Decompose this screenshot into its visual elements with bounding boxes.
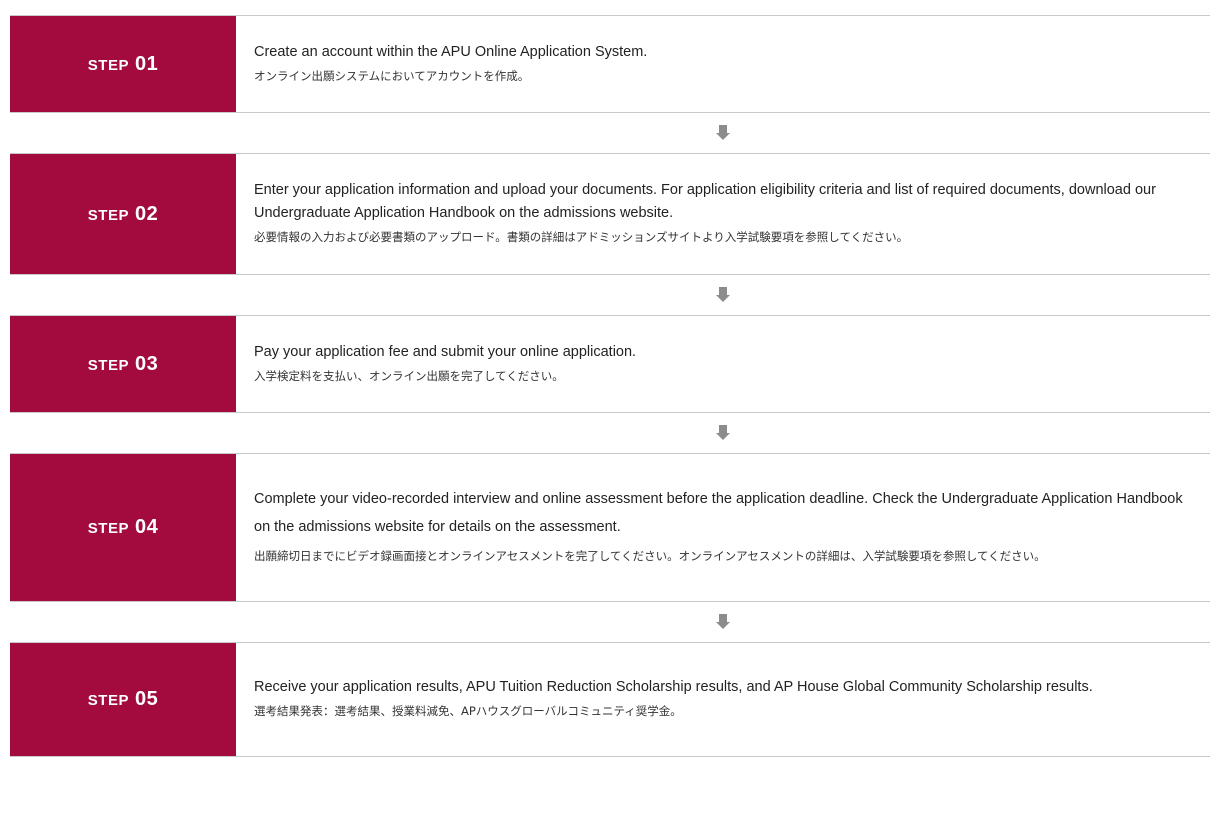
step-02-english-text: Enter your application information and u… bbox=[254, 182, 1156, 221]
step-05: STEP 05 Receive your application results… bbox=[10, 642, 1210, 757]
step-02-japanese-text: 必要情報の入力および必要書類のアップロード。書類の詳細はアドミッションズサイトよ… bbox=[254, 230, 909, 244]
flow-arrow-1 bbox=[10, 113, 1210, 153]
step-01-label: STEP 01 bbox=[10, 16, 236, 112]
flow-arrow-3 bbox=[10, 413, 1210, 453]
down-arrow-icon bbox=[716, 614, 730, 630]
step-word: STEP bbox=[87, 692, 129, 709]
step-word: STEP bbox=[87, 206, 129, 224]
down-arrow-icon bbox=[716, 125, 730, 141]
step-04: STEP 04 Complete your video-recorded int… bbox=[10, 453, 1210, 602]
step-04-japanese-text: 出願締切日までにビデオ録画面接とオンラインアセスメントを完了してください。オンラ… bbox=[254, 549, 1046, 563]
step-04-body: Complete your video-recorded interview a… bbox=[236, 454, 1210, 601]
step-05-body: Receive your application results, APU Tu… bbox=[236, 643, 1210, 756]
step-03-label: STEP 03 bbox=[10, 316, 236, 412]
step-05-japanese-text: 選考結果発表：選考結果、授業料減免、APハウスグローバルコミュニティ奨学金。 bbox=[254, 704, 682, 718]
step-04-label: STEP 04 bbox=[10, 454, 236, 601]
step-number: 01 bbox=[134, 52, 159, 75]
down-arrow-icon bbox=[716, 425, 730, 441]
step-01: STEP 01 Create an account within the APU… bbox=[10, 15, 1210, 113]
step-02-body: Enter your application information and u… bbox=[236, 154, 1210, 274]
step-word: STEP bbox=[87, 56, 129, 74]
flow-arrow-4 bbox=[10, 602, 1210, 642]
step-03-body: Pay your application fee and submit your… bbox=[236, 316, 1210, 412]
step-03-japanese-text: 入学検定料を支払い、オンライン出願を完了してください。 bbox=[254, 368, 564, 383]
step-05-label: STEP 05 bbox=[10, 643, 236, 756]
step-number: 04 bbox=[134, 516, 159, 538]
application-steps-flow: STEP 01 Create an account within the APU… bbox=[10, 15, 1210, 757]
step-number: 05 bbox=[134, 688, 159, 710]
step-02: STEP 02 Enter your application informati… bbox=[10, 153, 1210, 275]
step-01-japanese-text: オンライン出願システムにおいてアカウントを作成。 bbox=[254, 68, 530, 83]
step-word: STEP bbox=[87, 520, 129, 537]
step-02-label: STEP 02 bbox=[10, 154, 236, 274]
step-01-english-text: Create an account within the APU Online … bbox=[254, 43, 648, 60]
step-number: 02 bbox=[134, 202, 159, 225]
flow-arrow-2 bbox=[10, 275, 1210, 315]
step-05-english-text: Receive your application results, APU Tu… bbox=[254, 679, 1093, 695]
step-number: 03 bbox=[134, 352, 159, 375]
step-03-english-text: Pay your application fee and submit your… bbox=[254, 343, 637, 360]
step-03: STEP 03 Pay your application fee and sub… bbox=[10, 315, 1210, 413]
step-word: STEP bbox=[87, 356, 129, 374]
step-01-body: Create an account within the APU Online … bbox=[236, 16, 1210, 112]
step-04-english-text: Complete your video-recorded interview a… bbox=[254, 491, 1183, 535]
down-arrow-icon bbox=[716, 287, 730, 303]
